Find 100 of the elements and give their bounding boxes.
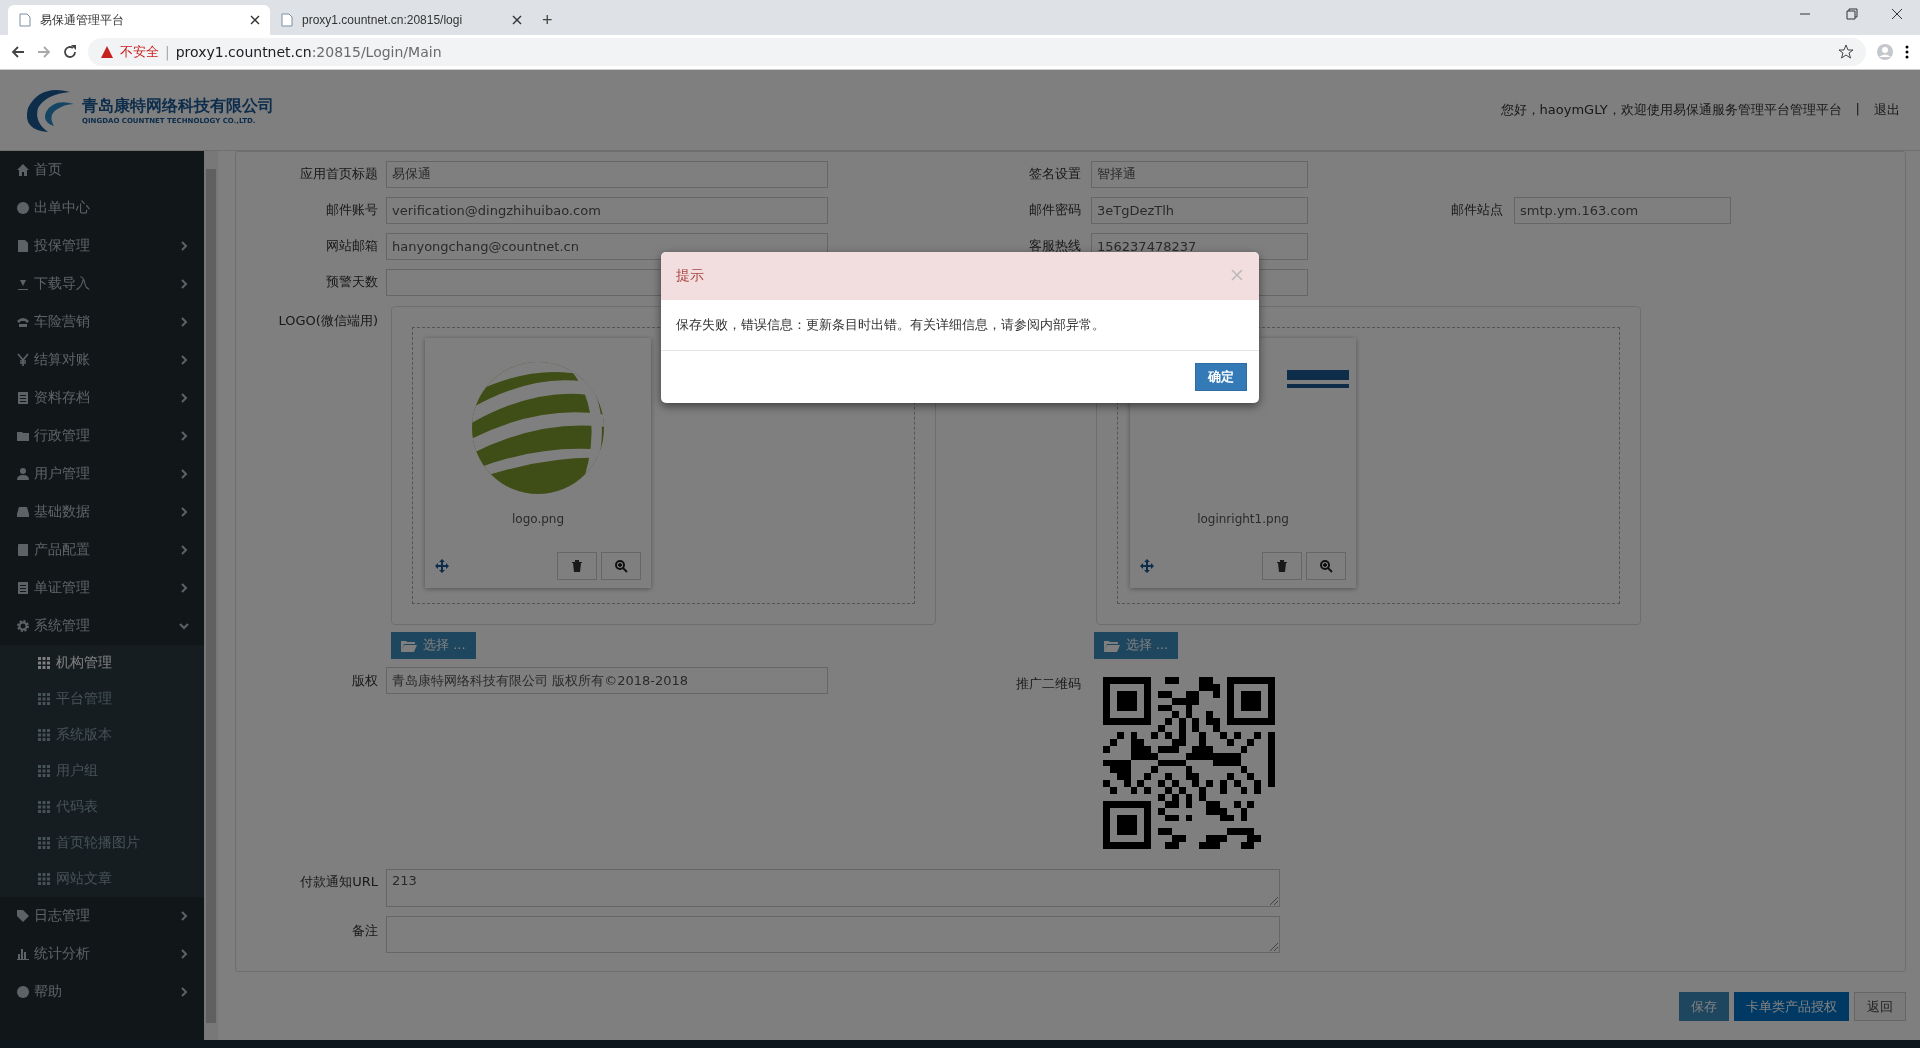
menu-item[interactable]: 行政管理 [0,417,204,455]
grid-icon [38,801,50,813]
text-area[interactable]: 213 [386,869,1280,907]
grid-icon [38,837,50,849]
menu-item[interactable]: 产品配置 [0,531,204,569]
separator: | [165,44,170,60]
field-label: LOGO(微信端用) [277,312,378,330]
field-label: 网站邮箱 [325,237,378,255]
browser-tab[interactable]: proxy1.countnet.cn:20815/logi [270,5,532,35]
move-icon[interactable] [435,559,449,573]
delete-button[interactable] [1262,552,1302,580]
file-icon [16,239,30,253]
yen-icon [16,353,30,367]
file-name: loginright1.png [1197,512,1289,526]
folder-icon [16,429,30,443]
action-button[interactable]: 保存 [1679,992,1729,1021]
action-button[interactable]: 返回 [1854,992,1906,1021]
file-name: logo.png [511,512,565,526]
delete-button[interactable] [557,552,597,580]
resize-grip-icon[interactable] [1270,943,1278,951]
menu-item[interactable]: 车险营销 [0,303,204,341]
grid-icon [38,657,50,669]
page-icon [18,13,32,27]
warning-icon [100,45,114,59]
menu-item[interactable]: 投保管理 [0,227,204,265]
close-icon[interactable] [512,15,522,25]
browser-tab[interactable]: 易保通管理平台 [8,5,270,35]
menu-item[interactable]: 基础数据 [0,493,204,531]
scrollbar[interactable] [204,151,218,1041]
field-label: 邮件密码 [1028,201,1081,219]
company-name: 青岛康特网络科技有限公司 [82,95,274,117]
field-label: 备注 [351,922,378,940]
field-label: 推广二维码 [1015,675,1081,693]
resize-grip-icon[interactable] [1270,897,1278,905]
menu-item[interactable]: 帮助 [0,973,204,1011]
zoom-button[interactable] [1306,552,1346,580]
menu-item[interactable]: 出单中心 [0,189,204,227]
select-button[interactable]: 选择 ... [1093,631,1179,659]
input-field[interactable]: smtp.ym.163.com [1514,196,1731,224]
back-icon[interactable] [10,44,26,60]
bar-chart-icon [16,947,30,961]
menu-item[interactable]: 单证管理 [0,569,204,607]
input-field[interactable]: 青岛康特网络科技有限公司 版权所有©2018-2018 [386,667,828,694]
trash-icon [570,559,584,573]
menu-item[interactable]: 结算对账 [0,341,204,379]
ok-button[interactable]: 确定 [1195,363,1247,391]
menu-item[interactable]: 下载导入 [0,265,204,303]
field-label: 客服热线 [1028,237,1081,255]
menu-item[interactable]: 系统管理 [0,607,204,645]
star-icon[interactable] [1838,44,1854,60]
field-label: 预警天数 [325,273,378,291]
grid-icon [38,729,50,741]
phone-icon [16,315,30,329]
input-field[interactable]: 易保通 [386,160,828,188]
input-field[interactable]: 3eTgDezTlh [1091,196,1308,224]
submenu-item[interactable]: 机构管理 [0,645,204,681]
book-icon [16,543,30,557]
grid-icon [38,765,50,777]
action-button[interactable]: 卡单类产品授权 [1734,992,1849,1021]
url-text: proxy1.countnet.cn:20815/Login/Main [175,44,442,60]
gear-icon [16,619,30,633]
move-icon[interactable] [1140,559,1154,573]
zoom-button[interactable] [601,552,641,580]
grid-icon [38,693,50,705]
close-icon[interactable] [250,15,260,25]
drive-icon [16,505,30,519]
address-bar[interactable]: 不安全 | proxy1.countnet.cn:20815/Login/Main [88,38,1866,66]
menu-item[interactable]: 首页 [0,151,204,189]
download-icon [16,277,30,291]
field-label: 应用首页标题 [299,165,378,183]
field-label: 版权 [351,671,378,690]
list-icon [16,581,30,595]
field-label: 邮件账号 [325,201,378,219]
zoom-in-icon [1319,559,1333,573]
menu-item[interactable]: 用户管理 [0,455,204,493]
input-field[interactable]: 智择通 [1091,160,1308,188]
page-icon [280,13,294,27]
grid-icon [38,873,50,885]
menu-icon[interactable] [1904,44,1910,60]
field-label: 付款通知URL [299,873,378,891]
greeting-text: 您好，haoymGLY，欢迎使用易保通服务管理平台管理平台 [1500,101,1842,119]
menu-item[interactable]: 日志管理 [0,897,204,935]
field-label: 签名设置 [1028,165,1081,183]
trash-icon [1275,559,1289,573]
select-button[interactable]: 选择 ... [391,631,476,659]
menu-item[interactable]: 统计分析 [0,935,204,973]
input-field[interactable]: verification@dingzhihuibao.com [386,196,828,224]
user-icon [16,467,30,481]
close-icon [1231,269,1243,281]
security-label: 不安全 [120,43,159,61]
folder-icon [401,638,417,652]
separator: | [1855,101,1860,118]
field-label: 邮件站点 [1450,201,1503,219]
logout-link[interactable]: 退出 [1874,101,1900,119]
reload-icon[interactable] [62,44,78,60]
new-tab-button[interactable]: + [532,10,563,35]
forward-icon[interactable] [36,44,52,60]
tag-icon [16,909,30,923]
dialog-title: 提示 [676,267,705,285]
menu-item[interactable]: 资料存档 [0,379,204,417]
